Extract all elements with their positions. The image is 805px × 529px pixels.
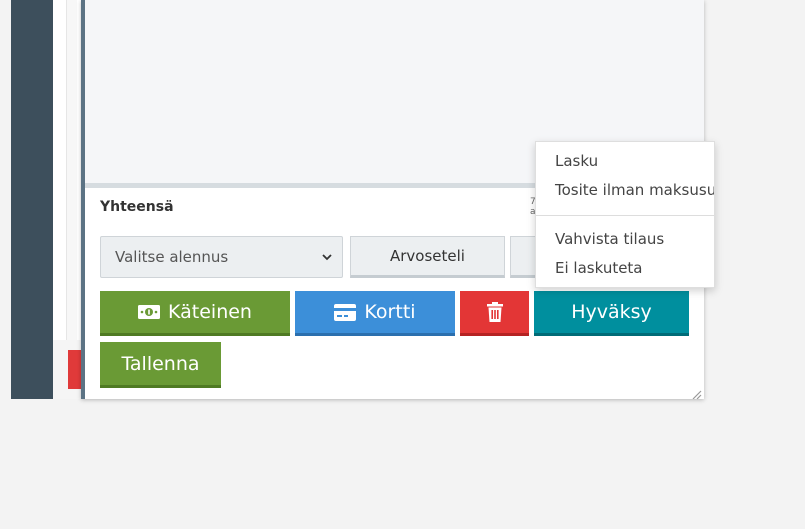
- total-label: Yhteensä: [100, 199, 174, 215]
- background-red-button: [68, 350, 82, 389]
- credit-card-icon: [334, 303, 357, 321]
- voucher-button[interactable]: Arvoseteli: [350, 236, 505, 278]
- card-payment-button[interactable]: Kortti: [295, 291, 455, 336]
- approve-button[interactable]: Hyväksy: [534, 291, 689, 336]
- discount-select-value: Valitse alennus: [115, 248, 229, 266]
- approve-options-menu: Lasku Tosite ilman maksusuoritusta Vahvi…: [535, 141, 715, 288]
- trash-icon: [486, 302, 503, 322]
- menu-item-invoice[interactable]: Lasku: [555, 152, 598, 170]
- app-sidebar: [11, 0, 53, 399]
- menu-item-confirm-order[interactable]: Vahvista tilaus: [555, 230, 664, 248]
- menu-divider: [536, 215, 714, 216]
- menu-item-voucher-without-payment[interactable]: Tosite ilman maksusuoritusta: [555, 181, 714, 199]
- delete-button[interactable]: [460, 291, 529, 336]
- save-button[interactable]: Tallenna: [100, 342, 221, 388]
- cash-payment-label: Käteinen: [168, 301, 252, 323]
- card-payment-label: Kortti: [364, 301, 416, 323]
- cash-payment-button[interactable]: Käteinen: [100, 291, 290, 336]
- chevron-down-icon: [322, 251, 332, 264]
- discount-select[interactable]: Valitse alennus: [100, 236, 343, 278]
- menu-item-no-invoice[interactable]: Ei laskuteta: [555, 259, 643, 277]
- background-scroll-strip: [66, 0, 77, 340]
- resize-handle-icon[interactable]: [690, 385, 702, 399]
- money-bill-icon: [138, 304, 161, 320]
